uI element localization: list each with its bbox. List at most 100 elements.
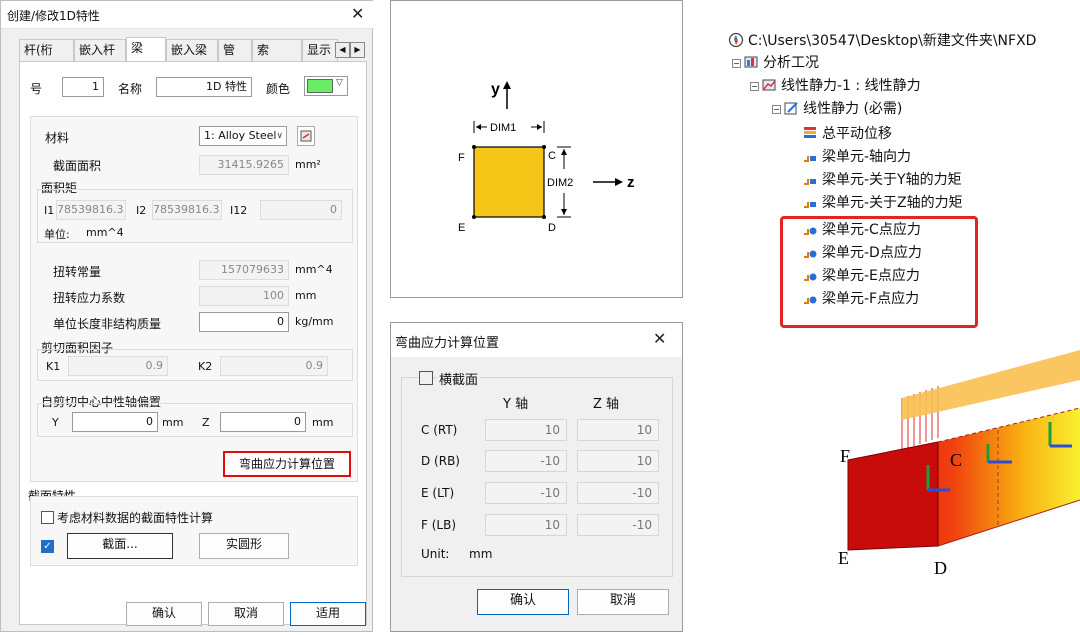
consider-material-checkbox[interactable] bbox=[41, 511, 54, 524]
chevron-down-icon: ∨ bbox=[276, 131, 283, 141]
tree-item-label: 总平动位移 bbox=[822, 126, 892, 142]
edit-setting-icon bbox=[783, 100, 799, 116]
torsion-input[interactable]: 157079633 bbox=[199, 260, 289, 280]
torsion-stress-label: 扭转应力系数 bbox=[53, 291, 126, 305]
dialog2-cancel-button[interactable]: 取消 bbox=[577, 589, 669, 615]
tree-item-d-stress[interactable]: 梁单元-D点应力 bbox=[802, 242, 922, 264]
section-group-box: 考虑材料数据的截面特性计算 ✓ 截面... 实圆形 bbox=[30, 496, 358, 566]
torsion-stress-input[interactable]: 100 bbox=[199, 286, 289, 306]
z-offset-input[interactable]: 0 bbox=[220, 412, 306, 432]
offset-group-box: Y 0 mm Z 0 mm bbox=[37, 403, 353, 437]
row-f-z-input[interactable]: -10 bbox=[577, 514, 659, 536]
unit-label: 单位: bbox=[44, 228, 70, 241]
cross-section-checkbox[interactable] bbox=[419, 371, 433, 385]
y-offset-input[interactable]: 0 bbox=[72, 412, 158, 432]
torsion-label: 扭转常量 bbox=[53, 265, 102, 279]
nonstruct-mass-input[interactable]: 0 bbox=[199, 312, 289, 332]
name-input[interactable]: 1D 特性 bbox=[156, 77, 252, 97]
i2-label: I2 bbox=[136, 204, 147, 217]
dim2-label: DIM2 bbox=[547, 177, 573, 189]
unit-label: Unit: bbox=[421, 547, 450, 561]
collapse-toggle-icon[interactable]: − bbox=[750, 82, 759, 91]
row-e-y-input[interactable]: -10 bbox=[485, 482, 567, 504]
section-button[interactable]: 截面... bbox=[67, 533, 173, 559]
tree-item-e-stress[interactable]: 梁单元-E点应力 bbox=[802, 265, 920, 287]
k1-input[interactable]: 0.9 bbox=[68, 356, 168, 376]
property-group-box: 材料 1: Alloy Steel ∨ 截面面积 31415.9265 mm² … bbox=[30, 116, 358, 482]
cross-section-label: 横截面 bbox=[437, 369, 481, 388]
point-c bbox=[542, 145, 546, 149]
ok-button[interactable]: 确认 bbox=[126, 602, 202, 626]
z-axis-arrowhead bbox=[615, 178, 623, 186]
beam-stress-icon bbox=[802, 267, 818, 283]
tree-linear-static-1-label: 线性静力-1 : 线性静力 bbox=[781, 78, 921, 94]
material-select-value: 1: Alloy Steel bbox=[204, 129, 277, 142]
tab-beam[interactable]: 梁 bbox=[126, 37, 166, 61]
material-select[interactable]: 1: Alloy Steel ∨ bbox=[199, 126, 287, 146]
bending-stress-location-button[interactable]: 弯曲应力计算位置 bbox=[223, 451, 351, 477]
beam-force-icon bbox=[802, 171, 818, 187]
section-checkbox[interactable]: ✓ bbox=[41, 540, 54, 553]
beam-stress-icon bbox=[802, 221, 818, 237]
tree-item-label: 梁单元-关于Z轴的力矩 bbox=[822, 195, 963, 211]
tree-linear-static-required[interactable]: − 线性静力 (必需) bbox=[772, 98, 902, 120]
tree-root[interactable]: C:\Users\30547\Desktop\新建文件夹\NFXD bbox=[728, 30, 1036, 52]
i12-input[interactable]: 0 bbox=[260, 200, 342, 220]
tree-item-total-translation[interactable]: 总平动位移 bbox=[802, 123, 892, 145]
analysis-case-icon bbox=[743, 54, 759, 70]
tab-truss[interactable]: 杆(桁架) bbox=[19, 39, 74, 77]
tab-scroll-right-icon[interactable]: ▶ bbox=[350, 42, 365, 58]
label-c: C bbox=[548, 150, 556, 162]
row-c-y-input[interactable]: 10 bbox=[485, 419, 567, 441]
tree-analysis-case[interactable]: − 分析工况 bbox=[732, 52, 819, 74]
tab-cable[interactable]: 索 bbox=[252, 39, 302, 61]
i12-label: I12 bbox=[230, 204, 248, 217]
y-offset-label: Y bbox=[52, 416, 59, 429]
tab-display[interactable]: 显示 bbox=[302, 39, 338, 61]
row-d-z-input[interactable]: 10 bbox=[577, 450, 659, 472]
row-d-label: D (RB) bbox=[421, 454, 460, 468]
shear-group-box: K1 0.9 K2 0.9 bbox=[37, 349, 353, 381]
k2-input[interactable]: 0.9 bbox=[220, 356, 328, 376]
material-library-button[interactable] bbox=[297, 126, 315, 146]
close-icon[interactable]: ✕ bbox=[351, 4, 364, 23]
cancel-button[interactable]: 取消 bbox=[208, 602, 284, 626]
z-offset-unit: mm bbox=[312, 416, 334, 429]
tree-item-f-stress[interactable]: 梁单元-F点应力 bbox=[802, 288, 919, 310]
i1-input[interactable]: 78539816.3 bbox=[56, 200, 126, 220]
row-d-y-input[interactable]: -10 bbox=[485, 450, 567, 472]
consider-material-label: 考虑材料数据的截面特性计算 bbox=[57, 511, 214, 525]
tab-embedded-beam[interactable]: 嵌入梁 bbox=[166, 39, 218, 61]
row-e-z-input[interactable]: -10 bbox=[577, 482, 659, 504]
nonstruct-mass-unit: kg/mm bbox=[295, 315, 334, 328]
collapse-toggle-icon[interactable]: − bbox=[732, 59, 741, 68]
beam-tab-panel: 号 1 名称 1D 特性 颜色 ▽ 材料 1: Alloy Steel ∨ 截面… bbox=[19, 61, 367, 626]
dim1-arrow-left bbox=[476, 124, 481, 130]
tab-scroll-left-icon[interactable]: ◀ bbox=[335, 42, 350, 58]
color-swatch bbox=[307, 79, 333, 93]
tree-linear-static-1[interactable]: − 线性静力-1 : 线性静力 bbox=[750, 75, 921, 97]
i2-input[interactable]: 78539816.3 bbox=[152, 200, 222, 220]
apply-button[interactable]: 适用 bbox=[290, 602, 366, 626]
tree-item-c-stress[interactable]: 梁单元-C点应力 bbox=[802, 219, 921, 241]
dim2-arrow-top bbox=[561, 149, 567, 155]
tree-item-label: 梁单元-E点应力 bbox=[822, 268, 920, 284]
tree-item-moment-y[interactable]: 梁单元-关于Y轴的力矩 bbox=[802, 169, 962, 191]
beam-model-svg: F C E D bbox=[838, 350, 1080, 578]
area-input[interactable]: 31415.9265 bbox=[199, 155, 289, 175]
tab-embedded-truss[interactable]: 嵌入杆 bbox=[74, 39, 126, 61]
dialog2-ok-button[interactable]: 确认 bbox=[477, 589, 569, 615]
tree-item-axial-force[interactable]: 梁单元-轴向力 bbox=[802, 146, 911, 168]
model-label-c: C bbox=[950, 450, 962, 470]
row-c-z-input[interactable]: 10 bbox=[577, 419, 659, 441]
tree-item-moment-z[interactable]: 梁单元-关于Z轴的力矩 bbox=[802, 192, 963, 214]
collapse-toggle-icon[interactable]: − bbox=[772, 105, 781, 114]
color-picker[interactable]: ▽ bbox=[304, 76, 348, 96]
row-f-y-input[interactable]: 10 bbox=[485, 514, 567, 536]
tree-item-label: 梁单元-F点应力 bbox=[822, 291, 920, 307]
close-icon[interactable]: ✕ bbox=[653, 329, 666, 348]
y-axis-header: Y 轴 bbox=[503, 397, 529, 412]
number-input[interactable]: 1 bbox=[62, 77, 104, 97]
solid-circle-button[interactable]: 实圆形 bbox=[199, 533, 289, 559]
tab-pipe[interactable]: 管 bbox=[218, 39, 252, 61]
